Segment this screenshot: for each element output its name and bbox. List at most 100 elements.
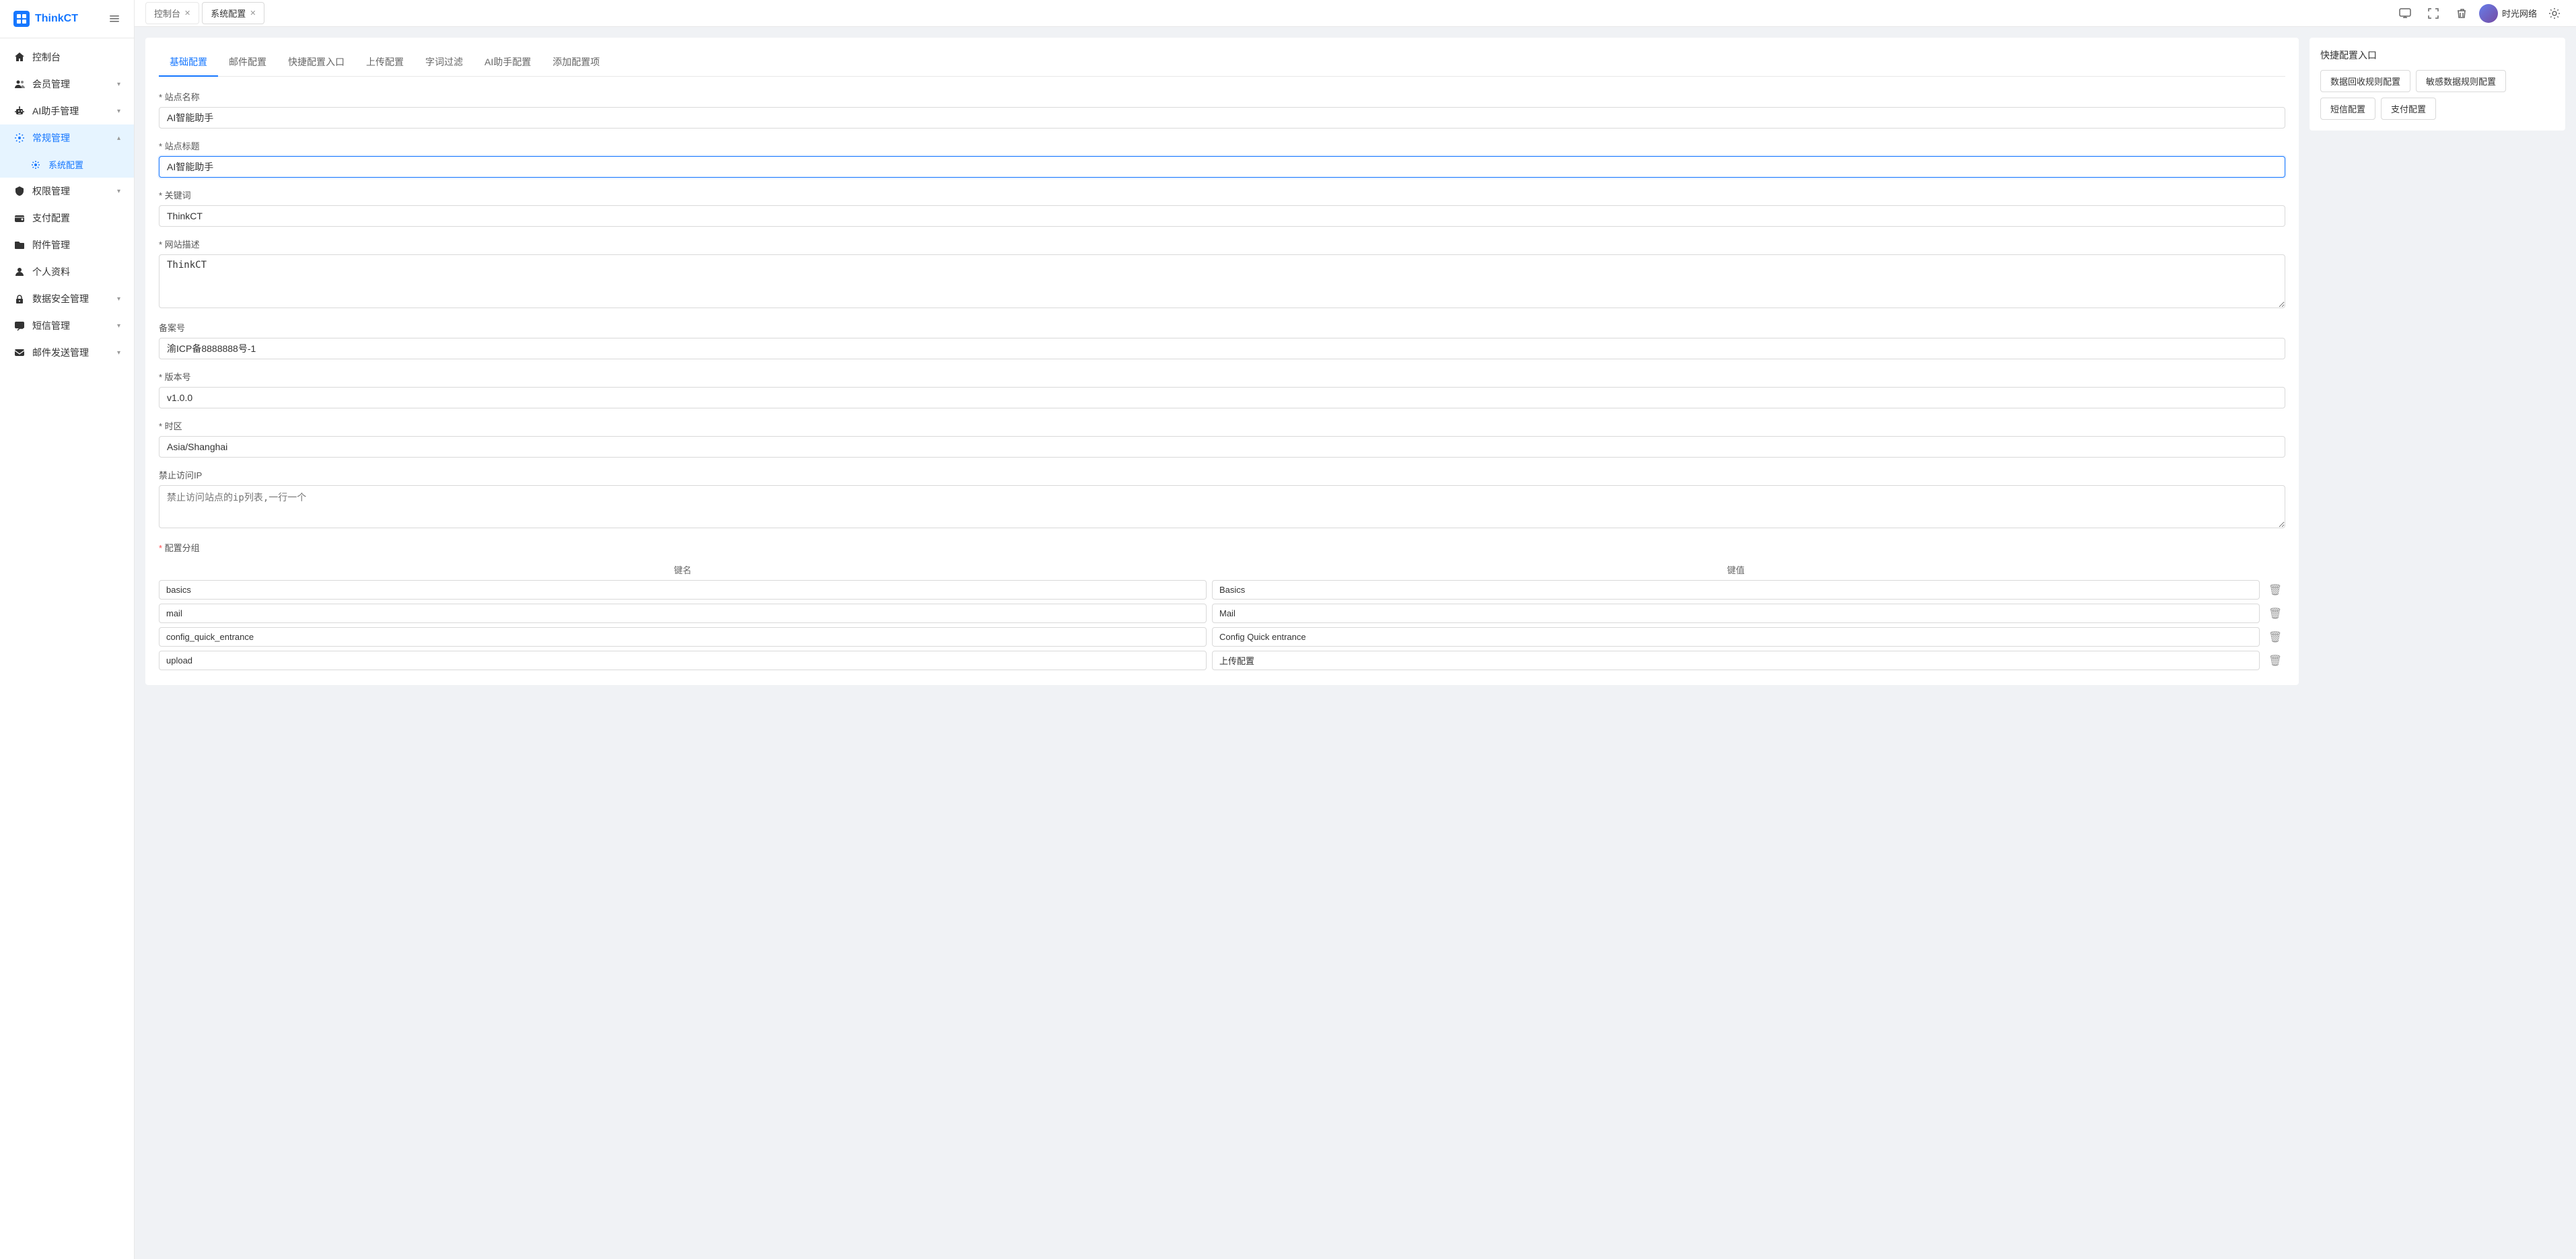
monitor-icon[interactable] bbox=[2394, 3, 2416, 24]
member-label: 会员管理 bbox=[32, 77, 110, 91]
config-val-input-mail[interactable] bbox=[1212, 604, 2260, 623]
config-row-basics-val bbox=[1212, 580, 2260, 600]
keywords-input[interactable] bbox=[159, 205, 2285, 227]
tab-dashboard-close[interactable]: ✕ bbox=[184, 9, 190, 17]
content-area: 基础配置 邮件配置 快捷配置入口 上传配置 字词过滤 AI助手配置 添加配置项 … bbox=[135, 27, 2576, 1259]
sidebar-item-attachment[interactable]: 附件管理 bbox=[0, 231, 134, 258]
email-arrow: ▾ bbox=[117, 349, 120, 357]
config-row-mail-key bbox=[159, 604, 1207, 623]
config-table-header: 键名 键值 bbox=[159, 559, 2285, 580]
quick-link-data-collection[interactable]: 数据回收规则配置 bbox=[2320, 70, 2410, 92]
fullscreen-icon[interactable] bbox=[2423, 3, 2444, 24]
config-group-section: * 配置分组 键名 键值 bbox=[159, 541, 2285, 670]
sidebar-item-payment[interactable]: 支付配置 bbox=[0, 205, 134, 231]
quick-link-payment[interactable]: 支付配置 bbox=[2381, 98, 2436, 120]
site-name-label: * 站点名称 bbox=[159, 90, 2285, 103]
config-key-input-mail[interactable] bbox=[159, 604, 1207, 623]
delete-basics-btn[interactable]: 🗑 bbox=[2268, 583, 2282, 597]
data-security-arrow: ▾ bbox=[117, 295, 120, 303]
delete-upload-btn[interactable]: 🗑 bbox=[2268, 654, 2282, 668]
sidebar-item-sysconfig[interactable]: 系统配置 bbox=[0, 151, 134, 178]
tab-sysconfig[interactable]: 系统配置 ✕ bbox=[202, 2, 264, 24]
sub-tab-basic[interactable]: 基础配置 bbox=[159, 48, 218, 77]
quick-link-sms[interactable]: 短信配置 bbox=[2320, 98, 2375, 120]
sidebar-item-permission[interactable]: 权限管理 ▾ bbox=[0, 178, 134, 205]
sidebar-item-email[interactable]: 邮件发送管理 ▾ bbox=[0, 339, 134, 366]
config-row-basics: 🗑 bbox=[159, 580, 2285, 600]
config-key-input-upload[interactable] bbox=[159, 651, 1207, 670]
config-row-mail-action: 🗑 bbox=[2265, 607, 2285, 620]
config-val-input-upload[interactable] bbox=[1212, 651, 2260, 670]
logo-area: ThinkCT bbox=[0, 0, 134, 38]
sysconfig-label: 系统配置 bbox=[48, 158, 120, 171]
site-title-label: * 站点标题 bbox=[159, 139, 2285, 152]
settings-icon[interactable] bbox=[2544, 3, 2565, 24]
sidebar-item-dashboard[interactable]: 控制台 bbox=[0, 44, 134, 71]
sub-tab-quick[interactable]: 快捷配置入口 bbox=[277, 48, 355, 77]
delete-icon[interactable] bbox=[2451, 3, 2472, 24]
timezone-input[interactable] bbox=[159, 436, 2285, 458]
banned-ip-label: 禁止访问IP bbox=[159, 468, 2285, 481]
logo-text: ThinkCT bbox=[35, 13, 78, 25]
config-row-basics-key bbox=[159, 580, 1207, 600]
tab-dashboard[interactable]: 控制台 ✕ bbox=[145, 2, 199, 24]
sidebar-item-sms[interactable]: 短信管理 ▾ bbox=[0, 312, 134, 339]
sidebar-item-profile[interactable]: 个人资料 bbox=[0, 258, 134, 285]
general-label: 常规管理 bbox=[32, 131, 110, 145]
site-title-input[interactable] bbox=[159, 156, 2285, 178]
sub-tab-add-config[interactable]: 添加配置项 bbox=[542, 48, 610, 77]
sub-tab-word-filter[interactable]: 字词过滤 bbox=[415, 48, 474, 77]
general-arrow: ▴ bbox=[117, 135, 120, 142]
site-title-group: * 站点标题 bbox=[159, 139, 2285, 178]
user-name: 时光网络 bbox=[2502, 7, 2537, 20]
sidebar-item-data-security[interactable]: 数据安全管理 ▾ bbox=[0, 285, 134, 312]
config-row-quick-val bbox=[1212, 627, 2260, 647]
version-input[interactable] bbox=[159, 387, 2285, 408]
sms-label: 短信管理 bbox=[32, 319, 110, 332]
description-input[interactable]: ThinkCT bbox=[159, 254, 2285, 308]
config-val-input-quick[interactable] bbox=[1212, 627, 2260, 647]
config-row-upload-key bbox=[159, 651, 1207, 670]
banned-ip-input[interactable] bbox=[159, 485, 2285, 528]
config-val-input-basics[interactable] bbox=[1212, 580, 2260, 600]
home-icon bbox=[13, 51, 26, 63]
action-header bbox=[2265, 563, 2285, 576]
quick-link-sensitive-data[interactable]: 敏感数据规则配置 bbox=[2416, 70, 2506, 92]
config-row-mail: 🗑 bbox=[159, 604, 2285, 623]
delete-quick-btn[interactable]: 🗑 bbox=[2268, 631, 2282, 644]
main-area: 控制台 ✕ 系统配置 ✕ bbox=[135, 0, 2576, 1259]
config-key-input-basics[interactable] bbox=[159, 580, 1207, 600]
tab-sysconfig-close[interactable]: ✕ bbox=[250, 9, 256, 17]
general-icon bbox=[13, 132, 26, 144]
person-icon bbox=[13, 266, 26, 278]
sub-tab-ai-config[interactable]: AI助手配置 bbox=[474, 48, 542, 77]
sidebar-item-member[interactable]: 会员管理 ▾ bbox=[0, 71, 134, 98]
dashboard-label: 控制台 bbox=[32, 50, 120, 64]
ai-arrow: ▾ bbox=[117, 108, 120, 115]
config-key-input-quick[interactable] bbox=[159, 627, 1207, 647]
menu-toggle[interactable] bbox=[108, 13, 120, 25]
sub-tab-mail[interactable]: 邮件配置 bbox=[218, 48, 277, 77]
delete-mail-btn[interactable]: 🗑 bbox=[2268, 607, 2282, 620]
tab-sysconfig-label: 系统配置 bbox=[211, 7, 246, 20]
sub-tabs: 基础配置 邮件配置 快捷配置入口 上传配置 字词过滤 AI助手配置 添加配置项 bbox=[159, 48, 2285, 77]
sidebar-item-general[interactable]: 常规管理 ▴ bbox=[0, 124, 134, 151]
config-group-label: * 配置分组 bbox=[159, 541, 2285, 554]
sub-tab-upload[interactable]: 上传配置 bbox=[355, 48, 415, 77]
attachment-label: 附件管理 bbox=[32, 238, 120, 252]
keywords-label: * 关键词 bbox=[159, 188, 2285, 201]
beian-input[interactable] bbox=[159, 338, 2285, 359]
config-row-basics-action: 🗑 bbox=[2265, 583, 2285, 597]
timezone-label: * 时区 bbox=[159, 419, 2285, 432]
message-icon bbox=[13, 320, 26, 332]
sidebar-item-ai[interactable]: AI助手管理 ▾ bbox=[0, 98, 134, 124]
version-label: * 版本号 bbox=[159, 370, 2285, 383]
sms-arrow: ▾ bbox=[117, 322, 120, 330]
config-row-upload-action: 🗑 bbox=[2265, 654, 2285, 668]
version-group: * 版本号 bbox=[159, 370, 2285, 408]
profile-label: 个人资料 bbox=[32, 265, 120, 279]
wallet-icon bbox=[13, 212, 26, 224]
mail-icon bbox=[13, 347, 26, 359]
user-info[interactable]: 时光网络 bbox=[2479, 4, 2537, 23]
site-name-input[interactable] bbox=[159, 107, 2285, 129]
